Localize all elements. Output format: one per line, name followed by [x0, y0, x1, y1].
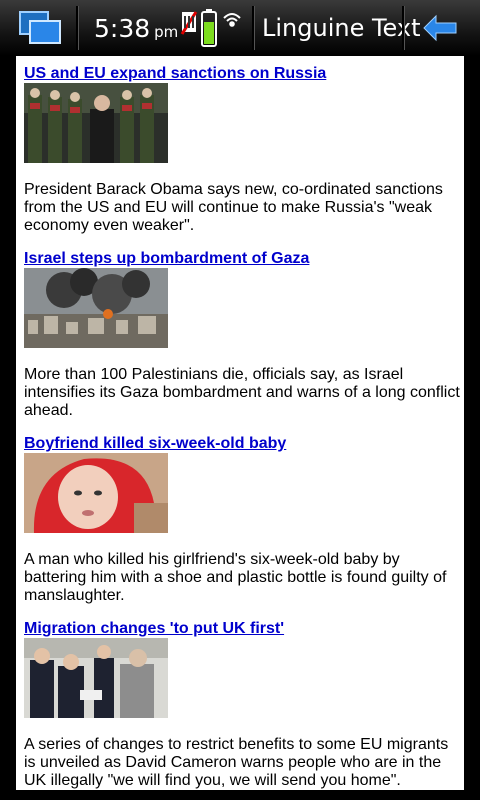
clock[interactable]: 5:38 pm — [94, 14, 178, 43]
article-thumbnail[interactable] — [24, 83, 168, 163]
article-item: Migration changes 'to put UK first' A se… — [24, 619, 460, 790]
article-summary: A man who killed his girlfriend's six-we… — [24, 551, 447, 604]
article-thumbnail[interactable] — [24, 268, 168, 348]
headline-link[interactable]: Boyfriend killed six-week-old baby — [24, 434, 460, 453]
article-item: Israel steps up bombardment of Gaza More… — [24, 249, 460, 420]
article-summary: President Barack Obama says new, co-ordi… — [24, 181, 443, 234]
article-thumbnail[interactable] — [24, 638, 168, 718]
article-item: Boyfriend killed six-week-old baby A man… — [24, 434, 460, 605]
article-list[interactable]: US and EU expand sanctions on Russia Pre… — [16, 56, 464, 790]
article-item: US and EU expand sanctions on Russia Pre… — [24, 64, 460, 235]
status-icons[interactable] — [178, 8, 248, 50]
clock-ampm: pm — [154, 23, 179, 41]
headline-link[interactable]: Israel steps up bombardment of Gaza — [24, 249, 460, 268]
article-summary: More than 100 Palestinians die, official… — [24, 366, 460, 419]
article-thumbnail[interactable] — [24, 453, 168, 533]
back-arrow-icon[interactable] — [420, 12, 460, 44]
separator — [252, 6, 255, 50]
status-bar: 5:38 pm Linguine Text — [0, 0, 480, 56]
article-summary: A series of changes to restrict benefits… — [24, 736, 449, 789]
mobile-data-icon — [180, 11, 198, 35]
task-switcher-icon[interactable] — [18, 10, 62, 46]
app-title: Linguine Text — [262, 14, 421, 42]
separator — [402, 6, 405, 50]
separator — [76, 6, 79, 50]
battery-icon — [201, 9, 217, 47]
wifi-icon — [223, 13, 241, 27]
headline-link[interactable]: US and EU expand sanctions on Russia — [24, 64, 460, 83]
headline-link[interactable]: Migration changes 'to put UK first' — [24, 619, 460, 638]
clock-time: 5:38 — [94, 14, 151, 43]
